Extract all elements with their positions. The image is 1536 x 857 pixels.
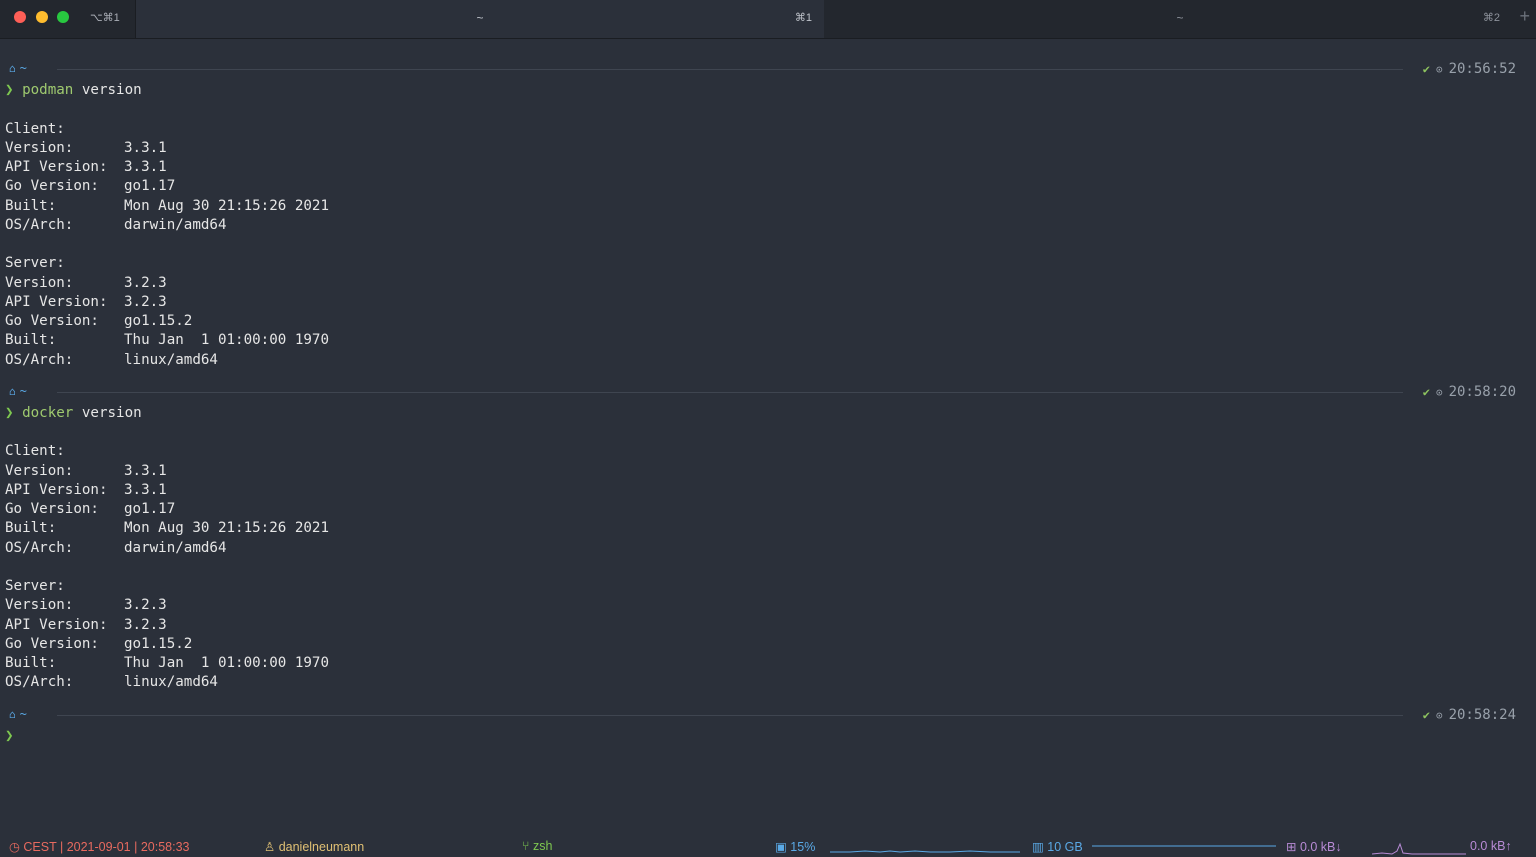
output-row: OS/Arch: darwin/amd64	[5, 216, 227, 233]
prompt-caret: ❯	[5, 727, 14, 744]
output-row: OS/Arch: darwin/amd64	[5, 539, 227, 556]
tab-shortcut: ⌘1	[794, 12, 812, 24]
section-header: Server:	[5, 255, 65, 272]
command-program: docker	[22, 404, 74, 421]
tab-title: ~	[476, 11, 484, 25]
new-tab-button[interactable]: +	[1519, 6, 1530, 27]
home-icon: ⌂	[9, 62, 16, 75]
clock-icon: ◷	[9, 840, 24, 854]
tab-title: ~	[1176, 11, 1184, 25]
output-row: Built: Thu Jan 1 01:00:00 1970	[5, 332, 329, 349]
output-row: API Version: 3.3.1	[5, 481, 167, 498]
prompt-path: ~	[19, 61, 27, 75]
prompt-time: 20:56:52	[1448, 61, 1516, 77]
output-row: Version: 3.3.1	[5, 139, 167, 156]
output-row: API Version: 3.3.1	[5, 159, 167, 175]
command-program: podman	[22, 82, 74, 98]
prompt-divider	[57, 391, 1403, 393]
status-bar: ◷ CEST | 2021-09-01 | 20:58:33 ♙ danieln…	[0, 835, 1536, 857]
output-row: Built: Mon Aug 30 21:15:26 2021	[5, 520, 329, 537]
check-icon: ✔	[1422, 707, 1430, 722]
cpu-sparkline	[830, 850, 1020, 853]
tab-2[interactable]: ~ ⌘2	[824, 0, 1536, 38]
status-shell: ⑂ zsh	[522, 839, 553, 853]
prompt-divider	[57, 714, 1403, 716]
prompt-path: ~	[19, 706, 27, 721]
command-line: ❯ podman version	[5, 81, 1517, 100]
memory-sparkline	[1092, 845, 1276, 847]
tab-shortcut: ⌘2	[1482, 12, 1500, 24]
status-time: ◷ CEST | 2021-09-01 | 20:58:33	[9, 840, 190, 854]
output-row: OS/Arch: linux/amd64	[5, 674, 218, 691]
network-icon: ⊞	[1286, 840, 1300, 854]
output-row: API Version: 3.2.3	[5, 616, 167, 633]
status-network-up: 0.0 kB↑	[1470, 839, 1512, 853]
minimize-window-button[interactable]	[36, 11, 48, 23]
clock-icon: ⊙	[1435, 63, 1443, 76]
output-row: Go Version: go1.17	[5, 501, 176, 517]
section-header: Server:	[5, 578, 65, 594]
check-icon: ✔	[1422, 62, 1430, 76]
output-row: Built: Mon Aug 30 21:15:26 2021	[5, 197, 329, 214]
prompt-caret: ❯	[5, 404, 14, 421]
output-row: OS/Arch: linux/amd64	[5, 351, 218, 368]
branch-icon: ⑂	[522, 839, 533, 853]
prompt-time: 20:58:24	[1448, 706, 1516, 723]
prompt-header: ⌂ ~ ✔ ⊙ 20:56:52	[5, 58, 1517, 81]
tab-1[interactable]: ~ ⌘1	[135, 0, 825, 38]
clock-icon: ⊙	[1435, 385, 1443, 399]
prompt-path: ~	[19, 383, 27, 398]
home-icon: ⌂	[9, 384, 16, 398]
check-icon: ✔	[1422, 384, 1430, 399]
command-args: version	[81, 404, 142, 421]
clock-icon: ⊙	[1435, 708, 1443, 722]
output-row: Go Version: go1.15.2	[5, 313, 193, 329]
cpu-icon: ▣	[775, 840, 791, 854]
output-row: Version: 3.2.3	[5, 274, 167, 291]
output-row: Version: 3.2.3	[5, 597, 167, 614]
status-memory: ▥ 10 GB	[1032, 840, 1083, 854]
prompt-header: ⌂ ~ ✔ ⊙ 20:58:20	[5, 381, 1517, 404]
command-line: ❯ docker version	[5, 404, 1517, 423]
prompt-time: 20:58:20	[1448, 383, 1516, 400]
prompt-caret: ❯	[5, 82, 14, 98]
terminal-output[interactable]: ⌂ ~ ✔ ⊙ 20:56:52 ❯ podman version Client: V…	[5, 58, 1517, 746]
section-header: Client:	[5, 120, 65, 137]
home-icon: ⌂	[9, 707, 16, 721]
status-user: ♙ danielneumann	[264, 840, 365, 854]
window-shortcut: ⌥⌘1	[90, 12, 120, 24]
section-header: Client:	[5, 443, 65, 460]
status-cpu: ▣ 15%	[775, 840, 816, 854]
network-sparkline	[1372, 842, 1466, 855]
output-row: Version: 3.3.1	[5, 462, 167, 479]
output-row: Go Version: go1.15.2	[5, 635, 193, 652]
user-icon: ♙	[264, 840, 279, 854]
maximize-window-button[interactable]	[57, 11, 69, 23]
status-network-down: ⊞ 0.0 kB↓	[1286, 840, 1342, 854]
output-row: Go Version: go1.17	[5, 178, 176, 195]
title-bar: ⌥⌘1 ~ ⌘1 ~ ⌘2 +	[0, 0, 1536, 39]
close-window-button[interactable]	[14, 11, 26, 23]
prompt-divider	[57, 69, 1403, 70]
output-row: API Version: 3.2.3	[5, 293, 167, 310]
memory-icon: ▥	[1032, 840, 1048, 854]
output-row: Built: Thu Jan 1 01:00:00 1970	[5, 655, 329, 671]
command-args: version	[81, 82, 142, 98]
command-input-line[interactable]: ❯	[5, 727, 1517, 746]
prompt-header: ⌂ ~ ✔ ⊙ 20:58:24	[5, 704, 1517, 727]
